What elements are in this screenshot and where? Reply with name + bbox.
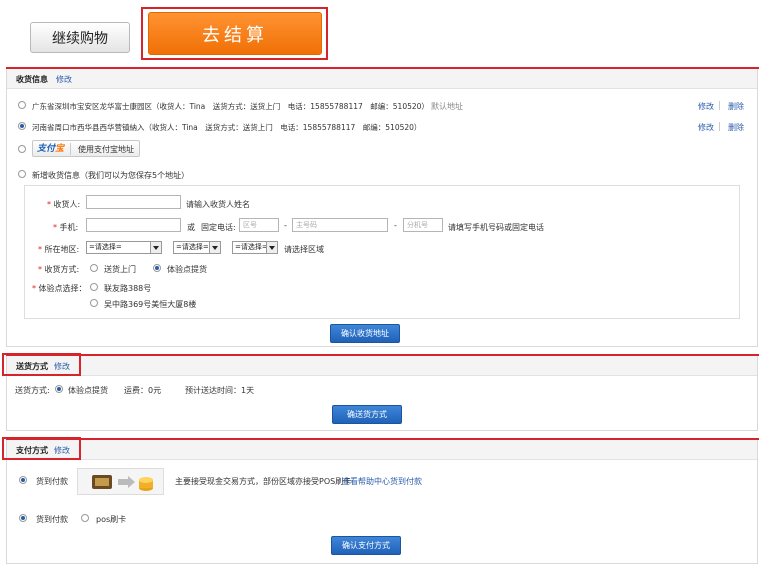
- chevron-down-icon: [209, 242, 220, 253]
- confirm-address-button[interactable]: 确认收货地址: [330, 324, 400, 343]
- address-edit-link-2[interactable]: 修改: [698, 122, 714, 133]
- city-select[interactable]: =请选择=: [173, 241, 221, 254]
- continue-shopping-button[interactable]: 继续购物: [30, 22, 130, 53]
- delivery-option-home-radio[interactable]: [90, 264, 98, 272]
- section-title: 收货信息: [16, 75, 48, 84]
- payment-option-pos-radio[interactable]: [81, 514, 89, 522]
- delivery-eta: 预计送达时间：1天: [185, 386, 255, 395]
- confirm-delivery-button[interactable]: 确送货方式: [332, 405, 402, 424]
- dash-1: -: [284, 221, 287, 230]
- district-select[interactable]: =请选择=: [232, 241, 278, 254]
- section-edit-link[interactable]: 修改: [56, 74, 72, 85]
- pickup-point-label-2: 吴中路369号美恒大厦8楼: [104, 300, 197, 309]
- alipay-address-button[interactable]: 支付宝 使用支付宝地址: [32, 140, 140, 157]
- or-label: 或: [187, 223, 195, 232]
- payment-option-pos-label: pos刷卡: [96, 515, 127, 524]
- province-select[interactable]: =请选择=: [86, 241, 162, 254]
- new-address-label: 新增收货信息（我们可以为您保存5个地址）: [32, 171, 190, 180]
- payment-option-cod-label: 货到付款: [36, 515, 68, 524]
- address-text-1: 广东省深圳市宝安区龙华富士康园区（收货人：Tina 送货方式：送货上门 电话：1…: [32, 102, 429, 111]
- extension-input[interactable]: 分机号: [403, 218, 443, 232]
- default-address-label: 默认地址: [431, 102, 463, 111]
- checkout-button[interactable]: 去结算: [148, 12, 322, 55]
- mobile-label: * 手机:: [53, 223, 79, 232]
- area-code-input[interactable]: 区号: [239, 218, 279, 232]
- phone-label: 固定电话:: [201, 223, 236, 232]
- section-header: 支付方式 修改: [7, 440, 757, 460]
- region-hint: 请选择区域: [284, 245, 324, 254]
- cod-label: 货到付款: [36, 477, 68, 486]
- section-header: 送货方式 修改: [7, 356, 757, 376]
- region-label: * 所在地区:: [38, 245, 80, 254]
- cod-payment-image: [77, 468, 164, 495]
- address-radio-1[interactable]: [18, 101, 26, 109]
- province-select-value: =请选择=: [89, 243, 122, 251]
- confirm-payment-button[interactable]: 确认支付方式: [331, 536, 401, 555]
- payment-option-cod-radio[interactable]: [19, 514, 27, 522]
- link-separator: [719, 122, 720, 131]
- city-select-value: =请选择=: [176, 243, 209, 251]
- pickup-point-radio-2[interactable]: [90, 299, 98, 307]
- new-address-radio[interactable]: [18, 170, 26, 178]
- pickup-point-label-1: 联友路388号: [104, 284, 152, 293]
- district-select-value: =请选择=: [235, 243, 268, 251]
- address-delete-link-1[interactable]: 删除: [728, 101, 744, 112]
- payment-title-highlight: [2, 437, 81, 460]
- dash-2: -: [394, 221, 397, 230]
- address-delete-link-2[interactable]: 删除: [728, 122, 744, 133]
- address-edit-link-1[interactable]: 修改: [698, 101, 714, 112]
- receiver-hint: 请输入收货人姓名: [186, 200, 250, 209]
- delivery-method-value: 体验点提货: [68, 386, 108, 395]
- alipay-address-label: 使用支付宝地址: [78, 145, 134, 154]
- cod-description: 主要接受现金交易方式，部份区域亦接受POS刷卡: [175, 477, 352, 486]
- chevron-down-icon: [266, 242, 277, 253]
- delivery-option-pickup-label: 体验点提货: [167, 265, 207, 274]
- delivery-option-pickup-radio[interactable]: [153, 264, 161, 272]
- link-separator: [719, 101, 720, 110]
- mobile-input[interactable]: [86, 218, 181, 232]
- delivery-method-label: 送货方式:: [15, 386, 50, 395]
- receiver-label: * 收货人:: [47, 200, 81, 209]
- phone-hint: 请填写手机号码或固定电话: [448, 223, 544, 232]
- receiver-input[interactable]: [86, 195, 181, 209]
- cod-help-link[interactable]: 查看帮助中心货到付款: [342, 476, 422, 487]
- delivery-option-home-label: 送货上门: [104, 265, 136, 274]
- chevron-down-icon: [150, 242, 161, 253]
- address-radio-2[interactable]: [18, 122, 26, 130]
- alipay-address-radio[interactable]: [18, 145, 26, 153]
- main-number-input[interactable]: 主号码: [292, 218, 388, 232]
- pickup-point-radio-1[interactable]: [90, 283, 98, 291]
- delivery-title-highlight: [2, 353, 81, 376]
- delivery-method-radio[interactable]: [55, 385, 63, 393]
- cod-radio[interactable]: [19, 476, 27, 484]
- delivery-method-label: * 收货方式:: [38, 265, 80, 274]
- delivery-fee: 运费：0元: [124, 386, 162, 395]
- section-header: 收货信息 修改: [7, 69, 757, 89]
- pickup-point-label: * 体验点选择：: [32, 284, 87, 293]
- address-text-2: 河南省周口市西华县西华营镇納入（收货人：Tina 送货方式：送货上门 电话：15…: [32, 123, 422, 132]
- alipay-logo: 支付宝: [37, 143, 71, 155]
